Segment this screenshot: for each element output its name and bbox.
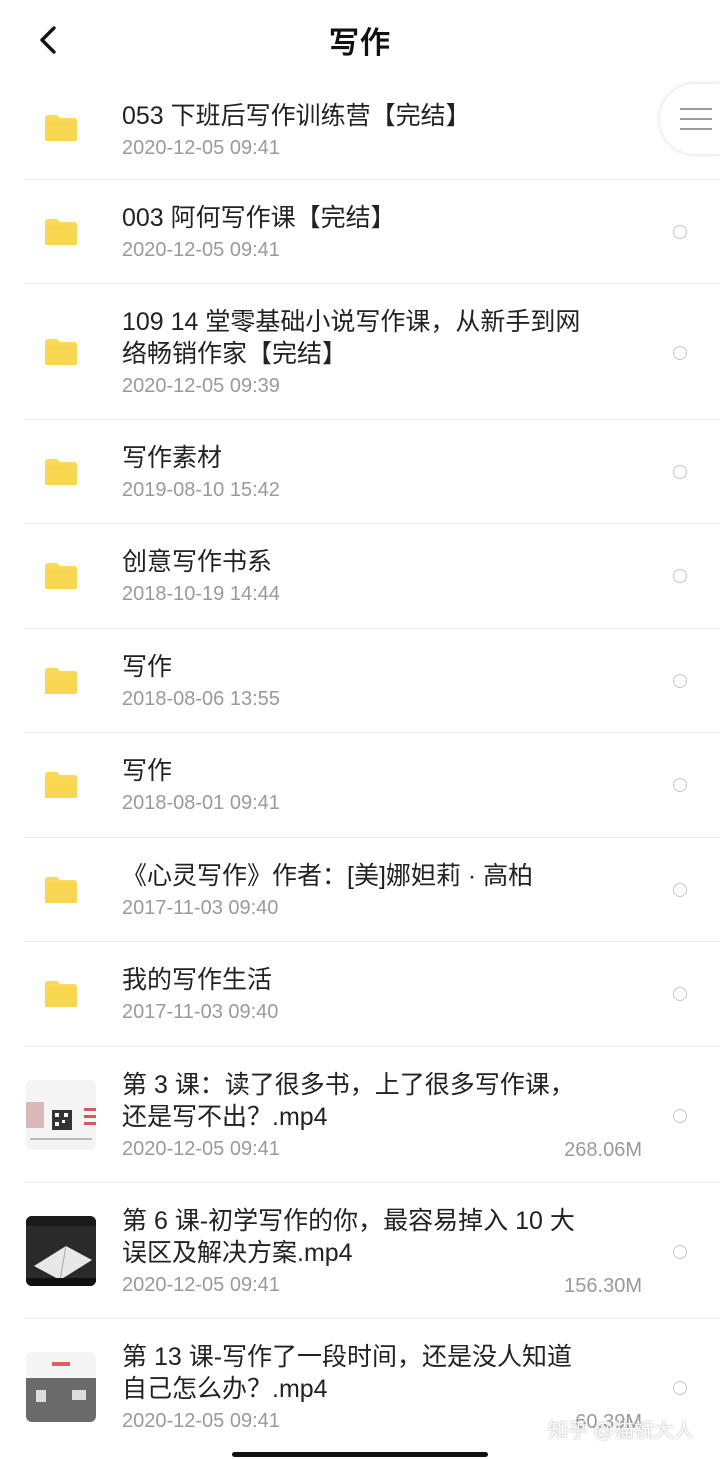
list-item[interactable]: 写作 2018-08-01 09:41 <box>0 733 720 838</box>
folder-icon <box>45 115 77 141</box>
item-name: 053 下班后写作训练营【完结】 <box>122 102 471 130</box>
item-date: 2020-12-05 09:41 <box>122 1274 280 1296</box>
radio-circle-icon[interactable] <box>673 1109 687 1123</box>
item-name: 写作 <box>122 757 173 785</box>
radio-circle-icon[interactable] <box>673 883 687 897</box>
item-date: 2018-08-01 09:41 <box>122 792 280 814</box>
item-name: 《心灵写作》作者：[美]娜妲莉 · 高柏 <box>122 862 534 890</box>
folder-icon <box>45 563 77 589</box>
video-thumbnail-icon <box>26 1352 96 1422</box>
folder-icon <box>45 668 77 694</box>
item-date: 2020-12-05 09:41 <box>122 239 280 261</box>
item-text: 109 14 堂零基础小说写作课，从新手到网络畅销作家【完结】 2020-12-… <box>122 306 592 400</box>
file-size: 156.30M <box>564 1275 642 1297</box>
item-date: 2020-12-05 09:41 <box>122 1410 280 1432</box>
list-item[interactable]: 003 阿何写作课【完结】 2020-12-05 09:41 <box>0 180 720 284</box>
item-text: 创意写作书系 2018-10-19 14:44 <box>122 546 602 608</box>
item-date: 2019-08-10 15:42 <box>122 479 280 501</box>
folder-icon <box>45 877 77 903</box>
file-list: 053 下班后写作训练营【完结】 2020-12-05 09:41 003 阿何… <box>0 52 720 1459</box>
item-date: 2017-11-03 09:40 <box>122 897 279 919</box>
item-date: 2018-10-19 14:44 <box>122 583 280 605</box>
item-text: 《心灵写作》作者：[美]娜妲莉 · 高柏 2017-11-03 09:40 <box>122 860 602 922</box>
radio-circle-icon[interactable] <box>673 1381 687 1395</box>
radio-circle-icon[interactable] <box>673 465 687 479</box>
item-date: 2018-08-06 13:55 <box>122 688 280 710</box>
item-date: 2017-11-03 09:40 <box>122 1001 279 1023</box>
item-text: 003 阿何写作课【完结】 2020-12-05 09:41 <box>122 202 602 264</box>
watermark: 知乎 @猫祝大人 <box>548 1420 694 1442</box>
list-item[interactable]: 写作素材 2019-08-10 15:42 <box>0 420 720 524</box>
item-name: 第 6 课-初学写作的你，最容易掉入 10 大误区及解决方案.mp4 <box>122 1207 575 1267</box>
item-text: 053 下班后写作训练营【完结】 2020-12-05 09:41 <box>122 100 602 162</box>
item-name: 创意写作书系 <box>122 548 273 576</box>
list-item[interactable]: 创意写作书系 2018-10-19 14:44 <box>0 524 720 629</box>
list-item[interactable]: 109 14 堂零基础小说写作课，从新手到网络畅销作家【完结】 2020-12-… <box>0 284 720 420</box>
folder-icon <box>45 981 77 1007</box>
item-text: 第 3 课：读了很多书，上了很多写作课，还是写不出？.mp4 2020-12-0… <box>122 1069 592 1163</box>
home-indicator[interactable] <box>232 1452 488 1457</box>
radio-circle-icon[interactable] <box>673 987 687 1001</box>
list-item[interactable]: 053 下班后写作训练营【完结】 2020-12-05 09:41 <box>0 52 720 180</box>
list-item[interactable]: 第 6 课-初学写作的你，最容易掉入 10 大误区及解决方案.mp4 2020-… <box>0 1183 720 1319</box>
list-item[interactable]: 第 3 课：读了很多书，上了很多写作课，还是写不出？.mp4 2020-12-0… <box>0 1047 720 1183</box>
item-text: 写作 2018-08-01 09:41 <box>122 755 602 817</box>
item-text: 写作 2018-08-06 13:55 <box>122 651 602 713</box>
radio-circle-icon[interactable] <box>673 346 687 360</box>
video-thumbnail-icon <box>26 1080 96 1150</box>
radio-circle-icon[interactable] <box>673 674 687 688</box>
file-size: 268.06M <box>564 1139 642 1161</box>
item-text: 第 6 课-初学写作的你，最容易掉入 10 大误区及解决方案.mp4 2020-… <box>122 1205 592 1299</box>
item-name: 第 13 课-写作了一段时间，还是没人知道自己怎么办？.mp4 <box>122 1343 573 1403</box>
radio-circle-icon[interactable] <box>673 225 687 239</box>
folder-icon <box>45 772 77 798</box>
folder-icon <box>45 339 77 365</box>
radio-circle-icon[interactable] <box>673 778 687 792</box>
video-thumbnail-icon <box>26 1216 96 1286</box>
radio-circle-icon[interactable] <box>673 1245 687 1259</box>
item-name: 003 阿何写作课【完结】 <box>122 204 396 232</box>
list-item[interactable]: 写作 2018-08-06 13:55 <box>0 629 720 733</box>
radio-circle-icon[interactable] <box>673 569 687 583</box>
list-item[interactable]: 《心灵写作》作者：[美]娜妲莉 · 高柏 2017-11-03 09:40 <box>0 838 720 942</box>
item-text: 写作素材 2019-08-10 15:42 <box>122 442 602 504</box>
item-date: 2020-12-05 09:41 <box>122 1138 280 1160</box>
folder-icon <box>45 219 77 245</box>
item-date: 2020-12-05 09:41 <box>122 137 280 159</box>
item-name: 109 14 堂零基础小说写作课，从新手到网络畅销作家【完结】 <box>122 308 581 368</box>
item-text: 第 13 课-写作了一段时间，还是没人知道自己怎么办？.mp4 2020-12-… <box>122 1341 592 1435</box>
item-date: 2020-12-05 09:39 <box>122 375 280 397</box>
list-item[interactable]: 我的写作生活 2017-11-03 09:40 <box>0 942 720 1047</box>
item-name: 写作 <box>122 653 173 681</box>
folder-icon <box>45 459 77 485</box>
item-text: 我的写作生活 2017-11-03 09:40 <box>122 964 602 1026</box>
item-name: 写作素材 <box>122 444 223 472</box>
item-name: 我的写作生活 <box>122 966 273 994</box>
item-name: 第 3 课：读了很多书，上了很多写作课，还是写不出？.mp4 <box>122 1071 575 1131</box>
